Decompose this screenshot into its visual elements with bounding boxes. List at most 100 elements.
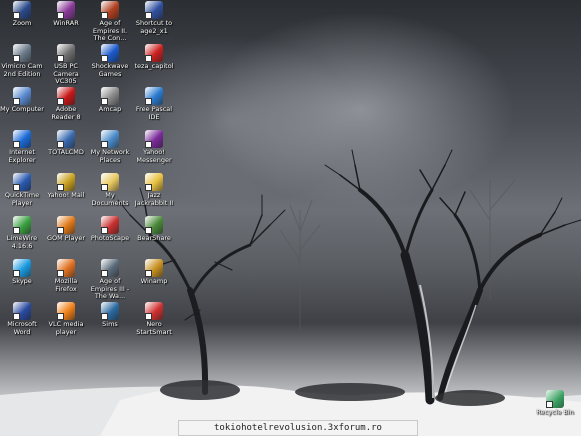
desktop-shortcut[interactable]: Jazz Jackrabbit II <box>132 173 176 207</box>
aoe3-icon <box>101 259 119 277</box>
network-places-icon <box>101 130 119 148</box>
desktop-shortcut[interactable]: Amcap <box>88 87 132 114</box>
desktop-shortcut[interactable]: TOTALCMD <box>44 130 88 157</box>
desktop-shortcut-label: GOM Player <box>46 234 86 242</box>
desktop-shortcut[interactable]: LimeWire 4.16.6 <box>0 216 44 250</box>
desktop-shortcut[interactable]: USB PC Camera VC305 <box>44 44 88 86</box>
desktop-shortcut[interactable]: VLC media player <box>44 302 88 336</box>
desktop-shortcut[interactable]: Winamp <box>132 259 176 286</box>
desktop-shortcut-label: My Computer <box>0 105 44 113</box>
desktop-shortcut-label: Yahoo! Messenger <box>136 148 172 164</box>
desktop-shortcut[interactable]: Nero StartSmart <box>132 302 176 336</box>
winamp-icon <box>145 259 163 277</box>
age2-shortcut-icon <box>145 1 163 19</box>
internet-explorer-icon <box>13 130 31 148</box>
totalcmd-icon <box>57 130 75 148</box>
desktop-shortcut-label: Zoom <box>12 19 32 27</box>
desktop-shortcut[interactable]: Shortcut to age2_x1 <box>132 1 176 35</box>
my-computer-icon <box>13 87 31 105</box>
adobe-reader-icon <box>57 87 75 105</box>
vimicro-icon <box>13 44 31 62</box>
bearshare-icon <box>145 216 163 234</box>
desktop-shortcut-label: Winamp <box>140 277 168 285</box>
firefox-icon <box>57 259 75 277</box>
usb-camera-icon <box>57 44 75 62</box>
amcap-icon <box>101 87 119 105</box>
desktop-shortcut-label: teza_capitol <box>134 62 174 70</box>
desktop-shortcut[interactable]: QuickTime Player <box>0 173 44 207</box>
desktop-shortcut-label: My Network Places <box>90 148 130 164</box>
desktop-shortcut-label: PhotoScape <box>90 234 130 242</box>
desktop-shortcut-label: Amcap <box>98 105 122 113</box>
desktop-shortcut[interactable]: WinRAR <box>44 1 88 28</box>
recycle-bin-shortcut[interactable]: Recycle Bin <box>533 390 577 417</box>
gom-player-icon <box>57 216 75 234</box>
desktop-shortcut[interactable]: teza_capitol <box>132 44 176 71</box>
desktop-shortcut-label: Skype <box>12 277 32 285</box>
recycle-bin-icon <box>546 390 564 408</box>
desktop-shortcut[interactable]: Internet Explorer <box>0 130 44 164</box>
desktop-shortcut[interactable]: GOM Player <box>44 216 88 243</box>
desktop[interactable]: Zoom WinRAR Age of Empires II. The Con... S… <box>0 0 581 436</box>
desktop-shortcut-label: WinRAR <box>53 19 79 27</box>
desktop-shortcut-label: Mozilla Firefox <box>54 277 78 293</box>
desktop-shortcut-label: BearShare <box>137 234 171 242</box>
zoom-icon <box>13 1 31 19</box>
pdf-file-icon <box>145 44 163 62</box>
desktop-shortcut[interactable]: Mozilla Firefox <box>44 259 88 293</box>
free-pascal-icon <box>145 87 163 105</box>
desktop-shortcut[interactable]: Adobe Reader 8 <box>44 87 88 121</box>
recycle-bin-label: Recycle Bin <box>536 408 574 416</box>
desktop-shortcut-label: Adobe Reader 8 <box>51 105 81 121</box>
shockwave-icon <box>101 44 119 62</box>
desktop-shortcut-label: Sims <box>102 320 118 328</box>
desktop-shortcut-label: Age of Empires III - The Wa... <box>90 277 130 300</box>
desktop-shortcut[interactable]: Age of Empires III - The Wa... <box>88 259 132 301</box>
desktop-shortcut-label: Microsoft Word <box>7 320 37 336</box>
desktop-shortcut-label: Age of Empires II. The Con... <box>92 19 128 42</box>
word-icon <box>13 302 31 320</box>
folder-icon <box>145 173 163 191</box>
desktop-shortcut-label: Free Pascal IDE <box>135 105 173 121</box>
desktop-shortcut-label: Vimicro Cam 2nd Edition <box>1 62 43 78</box>
vlc-icon <box>57 302 75 320</box>
desktop-shortcut[interactable]: Yahoo! Mail <box>44 173 88 200</box>
nero-icon <box>145 302 163 320</box>
desktop-shortcut[interactable]: My Computer <box>0 87 44 114</box>
desktop-shortcut[interactable]: Vimicro Cam 2nd Edition <box>0 44 44 78</box>
desktop-shortcut-label: QuickTime Player <box>4 191 40 207</box>
desktop-shortcut[interactable]: Microsoft Word <box>0 302 44 336</box>
desktop-shortcut[interactable]: Free Pascal IDE <box>132 87 176 121</box>
desktop-shortcut-label: USB PC Camera VC305 <box>53 62 79 85</box>
desktop-shortcut-label: Nero StartSmart <box>136 320 172 336</box>
desktop-shortcut-label: Shortcut to age2_x1 <box>135 19 173 35</box>
desktop-shortcut[interactable]: BearShare <box>132 216 176 243</box>
desktop-shortcut-label: Yahoo! Mail <box>47 191 85 199</box>
yahoo-messenger-icon <box>145 130 163 148</box>
quicktime-icon <box>13 173 31 191</box>
desktop-shortcut[interactable]: PhotoScape <box>88 216 132 243</box>
desktop-shortcut-label: TOTALCMD <box>48 148 84 156</box>
desktop-shortcut[interactable]: Yahoo! Messenger <box>132 130 176 164</box>
desktop-shortcut-label: Shockwave Games <box>91 62 129 78</box>
sims-icon <box>101 302 119 320</box>
desktop-shortcut-label: My Documents <box>91 191 129 207</box>
my-documents-icon <box>101 173 119 191</box>
desktop-shortcut[interactable]: Skype <box>0 259 44 286</box>
yahoo-mail-icon <box>57 173 75 191</box>
desktop-shortcut[interactable]: Sims <box>88 302 132 329</box>
aoe2-icon <box>101 1 119 19</box>
limewire-icon <box>13 216 31 234</box>
desktop-shortcut-label: Internet Explorer <box>8 148 36 164</box>
desktop-shortcut-label: Jazz Jackrabbit II <box>134 191 174 207</box>
winrar-icon <box>57 1 75 19</box>
desktop-shortcut-label: LimeWire 4.16.6 <box>6 234 38 250</box>
forum-watermark: tokiohotelrevolusion.3xforum.ro <box>178 420 418 436</box>
desktop-shortcut[interactable]: My Network Places <box>88 130 132 164</box>
desktop-shortcut[interactable]: My Documents <box>88 173 132 207</box>
desktop-shortcut[interactable]: Age of Empires II. The Con... <box>88 1 132 43</box>
desktop-shortcut[interactable]: Zoom <box>0 1 44 28</box>
desktop-shortcut-label: VLC media player <box>48 320 84 336</box>
desktop-shortcut[interactable]: Shockwave Games <box>88 44 132 78</box>
skype-icon <box>13 259 31 277</box>
